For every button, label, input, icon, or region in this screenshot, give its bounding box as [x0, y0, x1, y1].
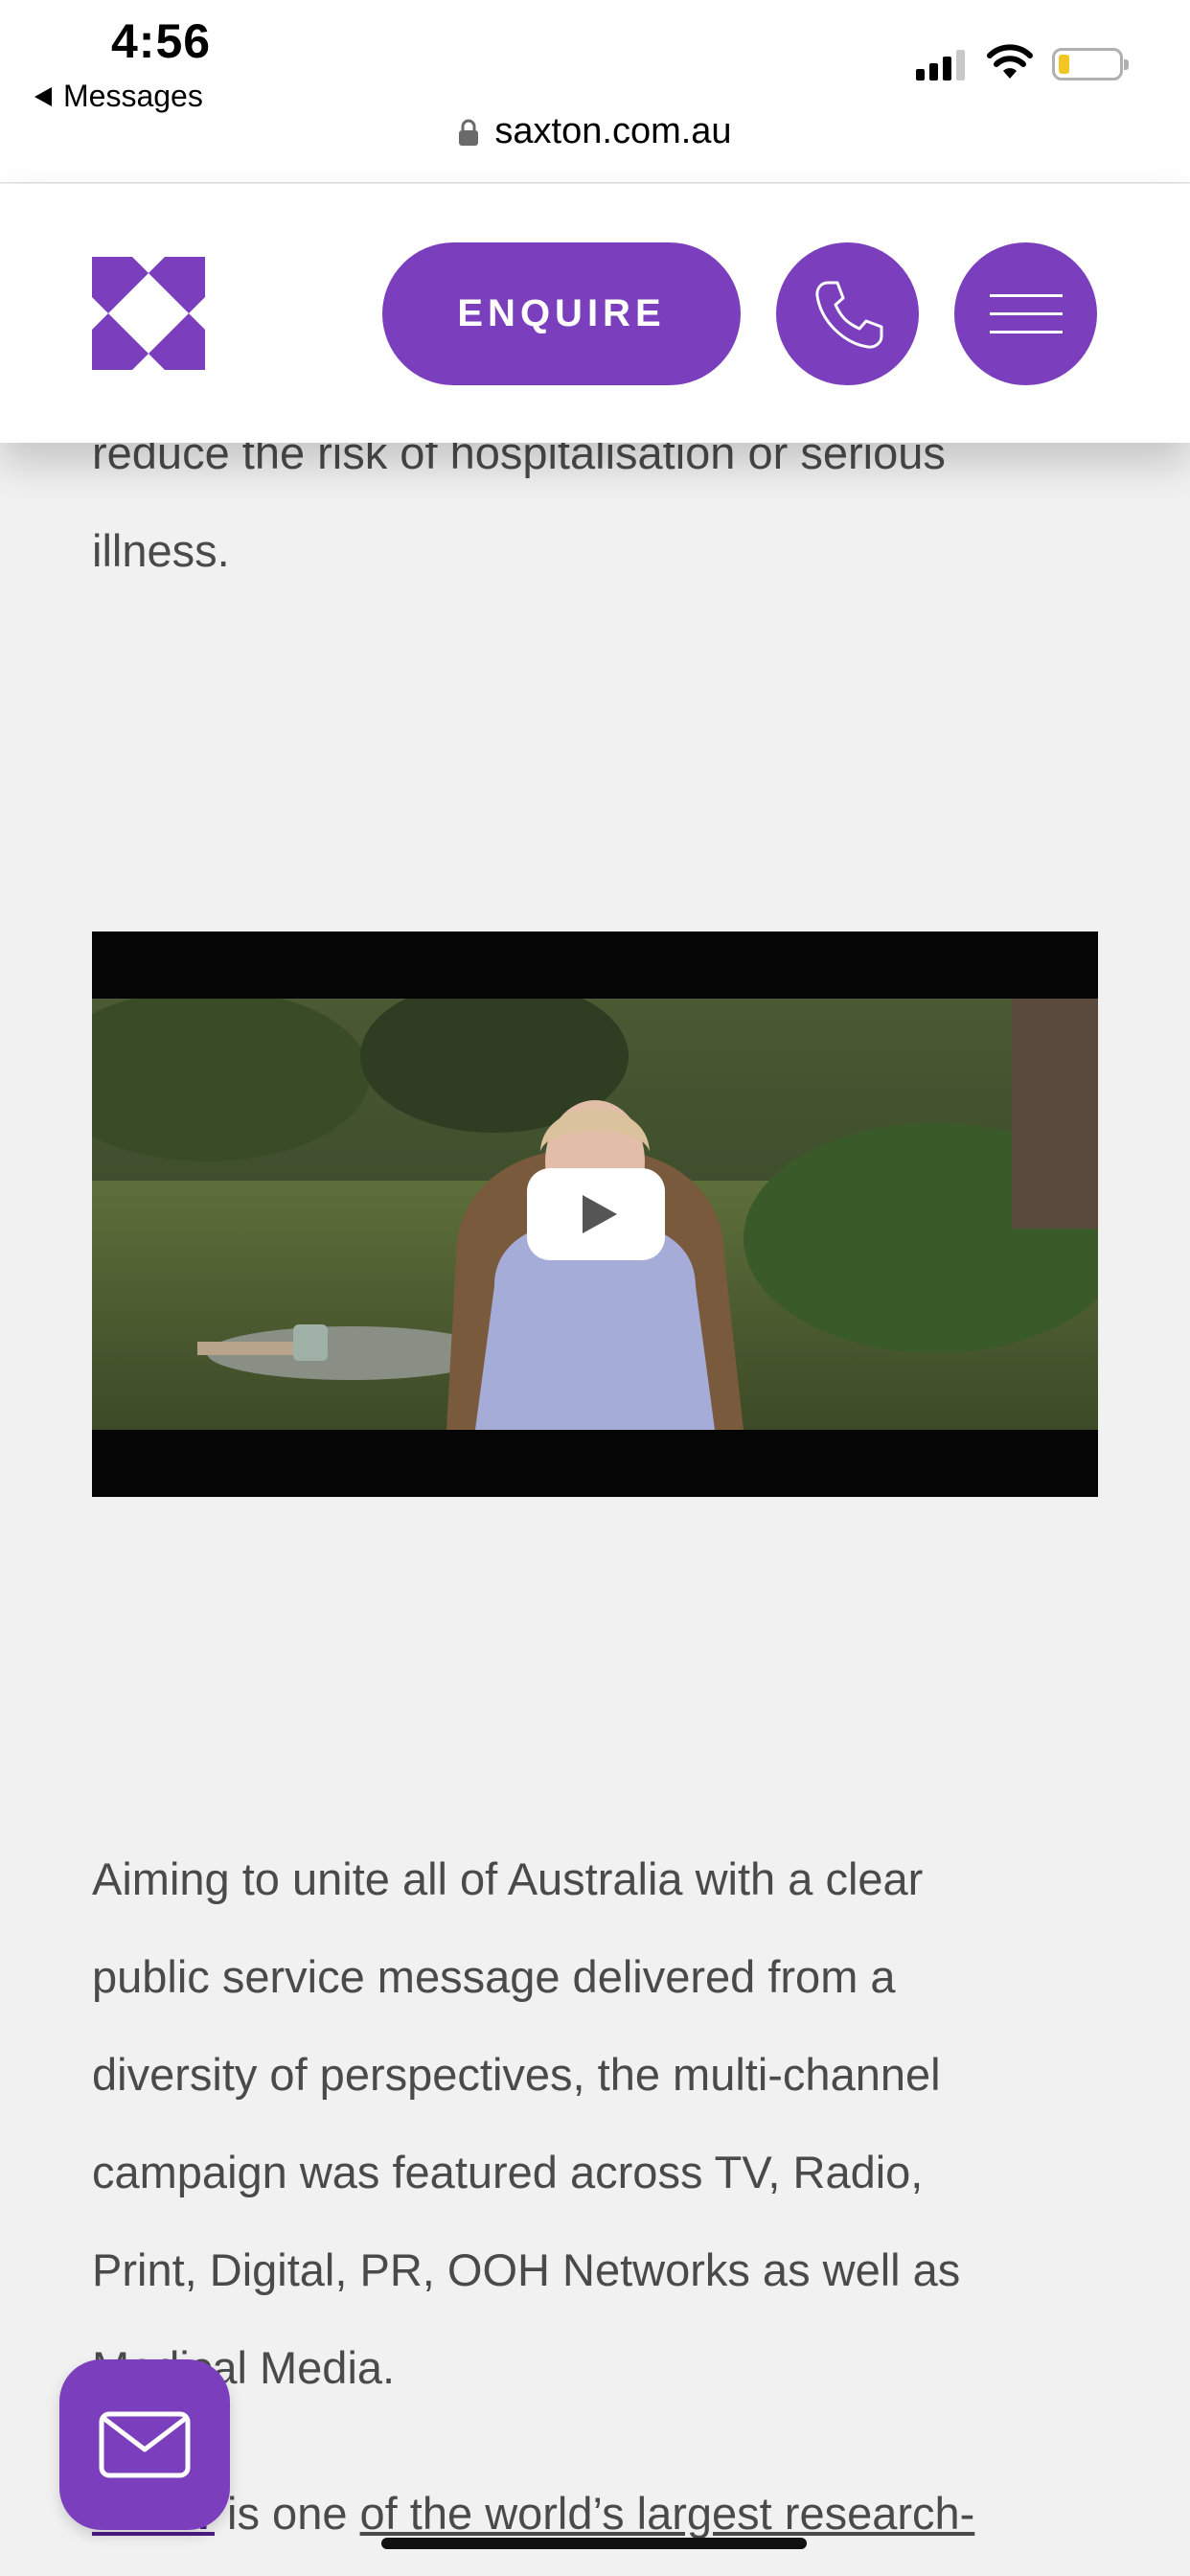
- browser-status-bar: 4:56 Messages saxton.com.au: [0, 0, 1190, 183]
- cellular-signal-icon: [916, 48, 965, 80]
- back-triangle-icon: [34, 86, 52, 106]
- url-text: saxton.com.au: [494, 111, 732, 151]
- site-header: ENQUIRE: [0, 184, 1190, 443]
- text-line: Print, Digital, PR, OOH Networks as well…: [92, 2244, 961, 2295]
- hamburger-menu-icon: [989, 294, 1063, 334]
- phone-icon: [814, 281, 882, 349]
- address-bar[interactable]: saxton.com.au: [0, 111, 1190, 152]
- play-button[interactable]: [527, 1168, 665, 1260]
- video-embed[interactable]: [92, 932, 1098, 1497]
- status-time: 4:56: [111, 14, 212, 68]
- pfizer-sentence-start: is one: [215, 2488, 360, 2539]
- saxton-x-logo-icon[interactable]: [92, 257, 205, 370]
- home-indicator: [381, 2538, 807, 2549]
- mail-icon: [99, 2411, 191, 2478]
- text-line: Medical Media.: [92, 2342, 396, 2393]
- pfizer-sentence-rest: of the world’s largest research-: [359, 2488, 975, 2539]
- back-to-messages[interactable]: Messages: [34, 79, 203, 114]
- text-line: Aiming to unite all of Australia with a …: [92, 1853, 924, 1904]
- wifi-icon: [987, 44, 1033, 79]
- call-button[interactable]: [776, 242, 919, 385]
- back-label: Messages: [63, 79, 203, 113]
- menu-button[interactable]: [954, 242, 1097, 385]
- text-line: illness.: [92, 525, 230, 576]
- campaign-paragraph: Aiming to unite all of Australia with a …: [92, 1830, 1108, 2417]
- enquire-button[interactable]: ENQUIRE: [382, 242, 741, 385]
- text-line: campaign was featured across TV, Radio,: [92, 2147, 924, 2197]
- contact-chat-button[interactable]: [59, 2359, 230, 2530]
- text-line: public service message delivered from a: [92, 1951, 896, 2002]
- battery-icon: [1052, 48, 1129, 80]
- lock-icon: [459, 119, 479, 146]
- text-line: diversity of perspectives, the multi-cha…: [92, 2049, 941, 2100]
- play-icon: [583, 1195, 617, 1233]
